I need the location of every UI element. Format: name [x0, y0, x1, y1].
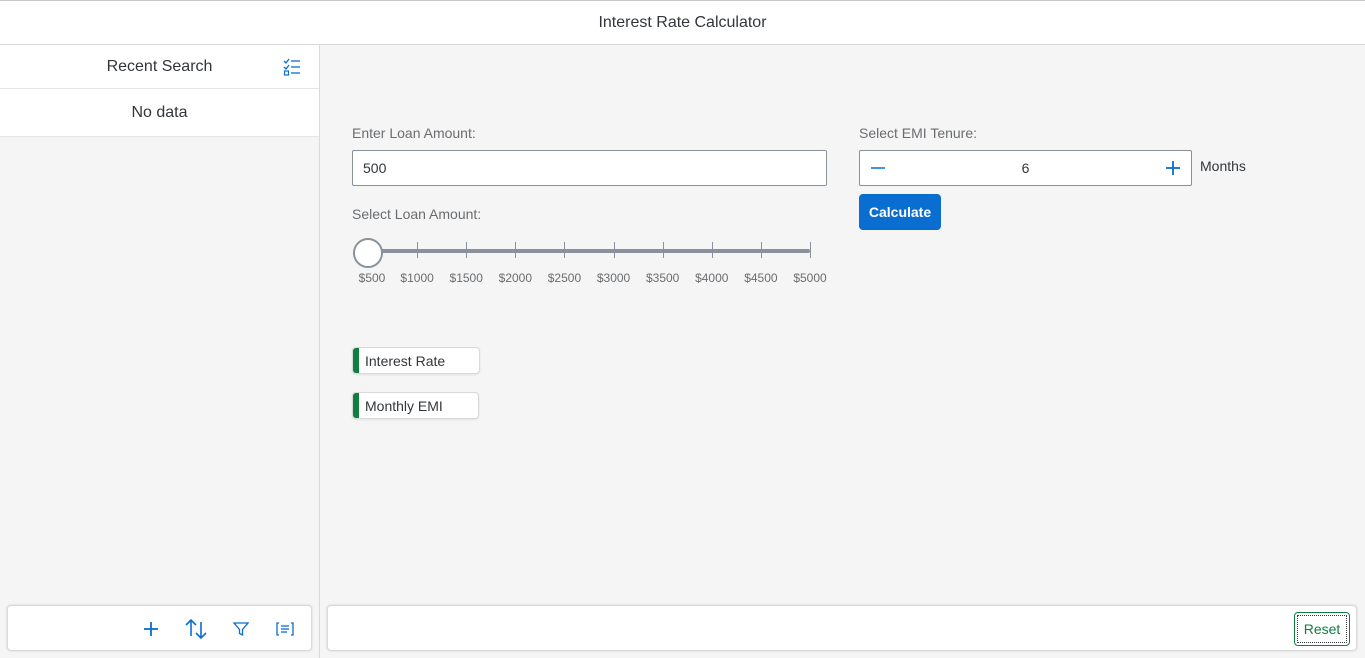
slider-tick — [711, 242, 713, 258]
loan-amount-label: Enter Loan Amount: — [352, 125, 476, 141]
slider-tick-label: $4500 — [744, 271, 778, 285]
slider-tick — [613, 242, 615, 258]
slider-tick-label: $2500 — [547, 271, 582, 285]
reset-button[interactable]: Reset — [1294, 612, 1350, 646]
loan-amount-input[interactable] — [352, 150, 827, 186]
filter-icon[interactable] — [228, 616, 254, 642]
slider-tick — [417, 242, 419, 258]
slider-track — [368, 249, 810, 253]
slider-tick — [564, 242, 566, 258]
plus-icon — [1166, 161, 1180, 175]
calculate-button[interactable]: Calculate — [859, 194, 941, 230]
tenure-unit-label: Months — [1200, 158, 1246, 174]
monthly-emi-status: Monthly EMI — [352, 392, 479, 419]
slider-tick — [466, 242, 468, 258]
slider-tick-label: $3000 — [596, 271, 631, 285]
slider-tick-label: $4000 — [695, 271, 729, 285]
master-footer-toolbar — [7, 605, 312, 651]
decrement-button[interactable] — [860, 151, 896, 185]
slider-tick-label: $2000 — [498, 271, 533, 285]
slider-handle[interactable] — [353, 238, 383, 268]
slider-tick-label: $500 — [358, 271, 386, 285]
monthly-emi-label: Monthly EMI — [365, 397, 443, 414]
loan-amount-slider[interactable] — [353, 238, 811, 268]
interest-rate-status: Interest Rate — [352, 347, 480, 374]
no-data-text: No data — [131, 103, 188, 121]
multi-select-icon[interactable] — [283, 58, 301, 76]
group-icon[interactable] — [272, 616, 298, 642]
slider-tick-label: $1500 — [449, 271, 483, 285]
master-title: Recent Search — [106, 57, 213, 75]
page-title: Interest Rate Calculator — [598, 13, 767, 31]
increment-button[interactable] — [1155, 151, 1191, 185]
slider-label: Select Loan Amount: — [352, 206, 482, 222]
slider-tick — [662, 242, 664, 258]
slider-tick — [760, 242, 762, 258]
interest-rate-label: Interest Rate — [365, 352, 446, 369]
master-panel: Recent Search No data — [0, 45, 320, 658]
tenure-stepper[interactable]: 6 — [859, 150, 1192, 186]
slider-tick-label: $1000 — [400, 271, 434, 285]
add-icon[interactable] — [138, 616, 164, 642]
tenure-value[interactable]: 6 — [900, 151, 1151, 185]
slider-tick-label: $5000 — [793, 271, 827, 285]
detail-panel: Enter Loan Amount: Select Loan Amount: $… — [320, 45, 1365, 658]
slider-tick — [810, 242, 811, 258]
minus-icon — [871, 167, 885, 169]
slider-tick — [515, 242, 517, 258]
slider-tick-label: $3500 — [645, 271, 680, 285]
sort-icon[interactable] — [183, 616, 209, 642]
tenure-label: Select EMI Tenure: — [859, 125, 978, 141]
app-header: Interest Rate Calculator — [0, 0, 1365, 45]
detail-footer-toolbar: Reset — [327, 605, 1357, 651]
slider-tick-labels: $500 $1000 $1500 $2000 $2500 $3000 $3500 $4000 $… — [352, 271, 842, 287]
no-data-item: No data — [0, 89, 319, 137]
master-header: Recent Search — [0, 45, 319, 89]
